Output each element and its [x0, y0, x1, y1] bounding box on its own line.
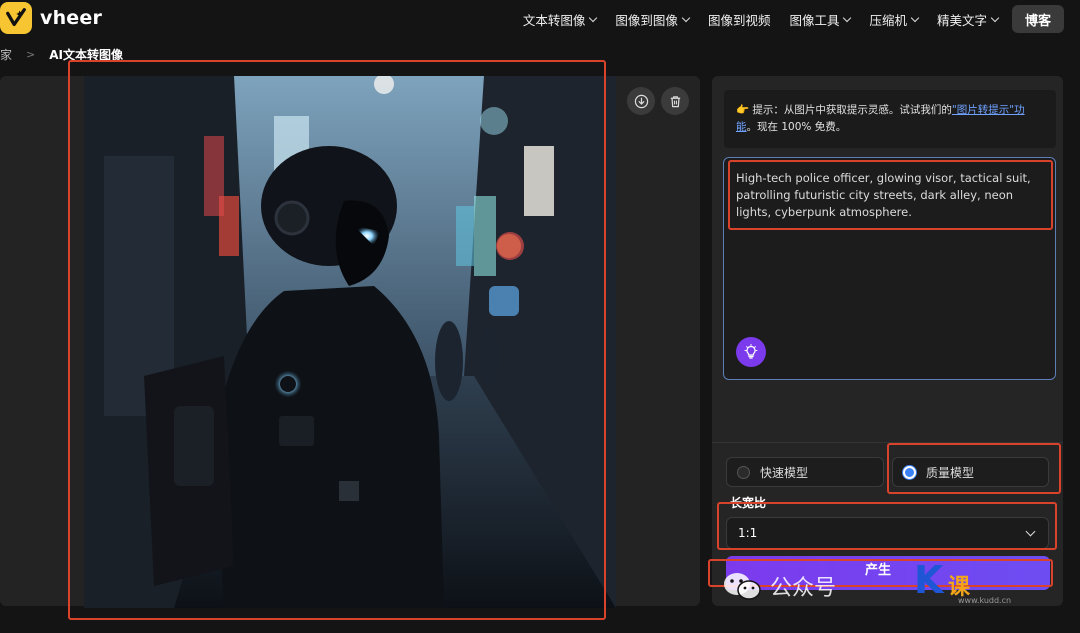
tip-box: 👉 提示：从图片中获取提示灵感。试试我们的"图片转提示"功能。现在 100% 免…: [724, 90, 1056, 148]
watermark: 公众号 K 课 www.kudd.cn: [722, 558, 1080, 606]
nav-image-to-video[interactable]: 图像到视频: [708, 10, 771, 29]
lightbulb-icon: [744, 344, 758, 359]
download-button[interactable]: [627, 87, 655, 115]
quality-model-label: 质量模型: [926, 465, 975, 480]
nav-image-to-image[interactable]: 图像到图像: [615, 10, 691, 29]
chevron-down-icon: [589, 13, 598, 23]
chevron-down-icon: [990, 13, 1000, 23]
chevron-down-icon: [843, 13, 852, 23]
top-header: vheer 文本转图像 图像到图像 图像到视频 图像工具 压缩机 精美文字 博客: [0, 0, 1080, 40]
delete-button[interactable]: [661, 87, 689, 115]
nav-label: 图像到视频: [707, 13, 771, 28]
nav-fancy-text[interactable]: 精美文字: [936, 10, 1000, 29]
blog-button[interactable]: 博客: [1012, 5, 1064, 33]
nav-label: 精美文字: [936, 13, 987, 28]
prompt-text[interactable]: High-tech police officer, glowing visor,…: [736, 170, 1046, 221]
nav-label: 压缩机: [869, 13, 907, 28]
section-divider: [712, 442, 1063, 443]
quality-model-option[interactable]: 质量模型: [892, 457, 1049, 487]
chevron-down-icon: [1025, 526, 1036, 537]
nav-label: 图像工具: [789, 13, 840, 28]
aspect-ratio-label: 长宽比: [730, 496, 767, 510]
tip-text: 👉 提示：从图片中获取提示灵感。试试我们的: [736, 104, 952, 116]
download-icon: [634, 94, 648, 108]
breadcrumb-current: AI文本转图像: [49, 48, 123, 62]
nav-text-to-image[interactable]: 文本转图像: [522, 10, 598, 29]
breadcrumb-separator: >: [26, 48, 36, 61]
fast-model-label: 快速模型: [760, 465, 809, 480]
vheer-logo[interactable]: [0, 2, 32, 34]
nav-label: 文本转图像: [522, 13, 586, 28]
nav-image-tools[interactable]: 图像工具: [789, 10, 852, 29]
generated-image[interactable]: [84, 76, 616, 608]
nav-compressor[interactable]: 压缩机: [869, 10, 920, 29]
brand-name[interactable]: vheer: [40, 7, 102, 29]
watermark-channel: 公众号: [770, 576, 837, 601]
tip-suffix: 。现在 100% 免费。: [746, 121, 847, 133]
breadcrumb: 家 > AI文本转图像: [0, 46, 123, 63]
trash-icon: [670, 95, 680, 107]
fast-model-option[interactable]: 快速模型: [726, 457, 884, 487]
radio-selected[interactable]: [903, 465, 916, 479]
radio-unselected[interactable]: [737, 465, 750, 479]
chevron-down-icon: [910, 13, 920, 23]
nav-label: 图像到图像: [615, 13, 678, 28]
watermark-k-logo: K: [914, 558, 944, 602]
breadcrumb-home[interactable]: 家: [0, 46, 12, 63]
watermark-url: www.kudd.cn: [958, 596, 1012, 605]
cyberpunk-officer-image: [84, 76, 616, 608]
main-nav: 文本转图像 图像到图像 图像到视频 图像工具 压缩机 精美文字: [522, 10, 1000, 29]
checkmark-logo-icon: [6, 8, 26, 27]
aspect-ratio-value: 1:1: [738, 526, 758, 540]
aspect-ratio-select[interactable]: 1:1: [726, 517, 1049, 549]
prompt-textarea[interactable]: High-tech police officer, glowing visor,…: [723, 157, 1056, 380]
chevron-down-icon: [681, 13, 691, 23]
prompt-idea-button[interactable]: [736, 337, 766, 367]
wechat-icon: [724, 573, 761, 600]
